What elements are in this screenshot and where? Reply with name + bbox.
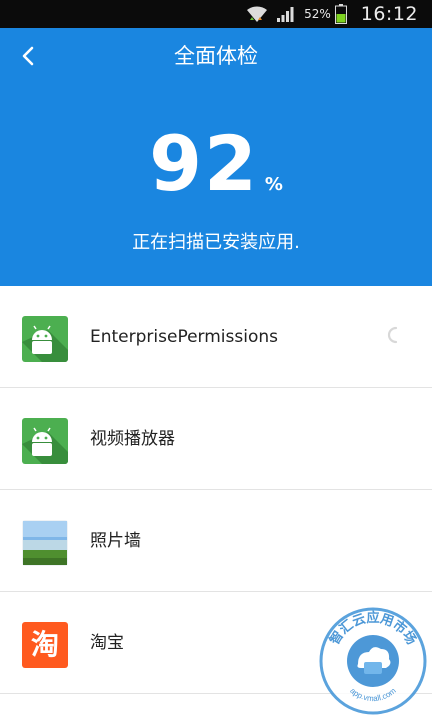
scan-status-text: 正在扫描已安装应用.	[132, 232, 300, 253]
list-item[interactable]: EnterprisePermissions	[0, 286, 432, 388]
photo-wall-icon	[22, 520, 68, 566]
android-app-icon	[22, 316, 68, 362]
page-title: 全面体检	[174, 44, 258, 68]
app-name: 视频播放器	[90, 429, 175, 449]
battery-icon	[334, 4, 347, 24]
app-name: 淘宝	[90, 633, 124, 653]
score-value: 92	[149, 119, 259, 208]
loading-spinner-icon	[386, 326, 402, 344]
list-item[interactable]: 视频播放器	[0, 388, 432, 490]
taobao-icon-label: 淘	[30, 628, 59, 661]
score-display: 92%	[0, 126, 432, 202]
taobao-icon: 淘	[22, 622, 68, 668]
android-app-icon	[22, 418, 68, 464]
header: 全面体检 92% 正在扫描已安装应用.	[0, 28, 432, 286]
list-item[interactable]: 照片墙	[0, 490, 432, 592]
score-unit: %	[264, 174, 283, 195]
signal-icon	[276, 5, 296, 23]
watermark-logo: 智汇云应用市场 app.vmall.com	[318, 606, 428, 716]
clock: 16:12	[360, 3, 418, 25]
battery-percent: 52%	[304, 7, 331, 21]
app-name: EnterprisePermissions	[90, 327, 278, 347]
wifi-icon	[246, 5, 268, 23]
status-bar: 52% 16:12	[0, 0, 432, 28]
app-name: 照片墙	[90, 531, 141, 551]
